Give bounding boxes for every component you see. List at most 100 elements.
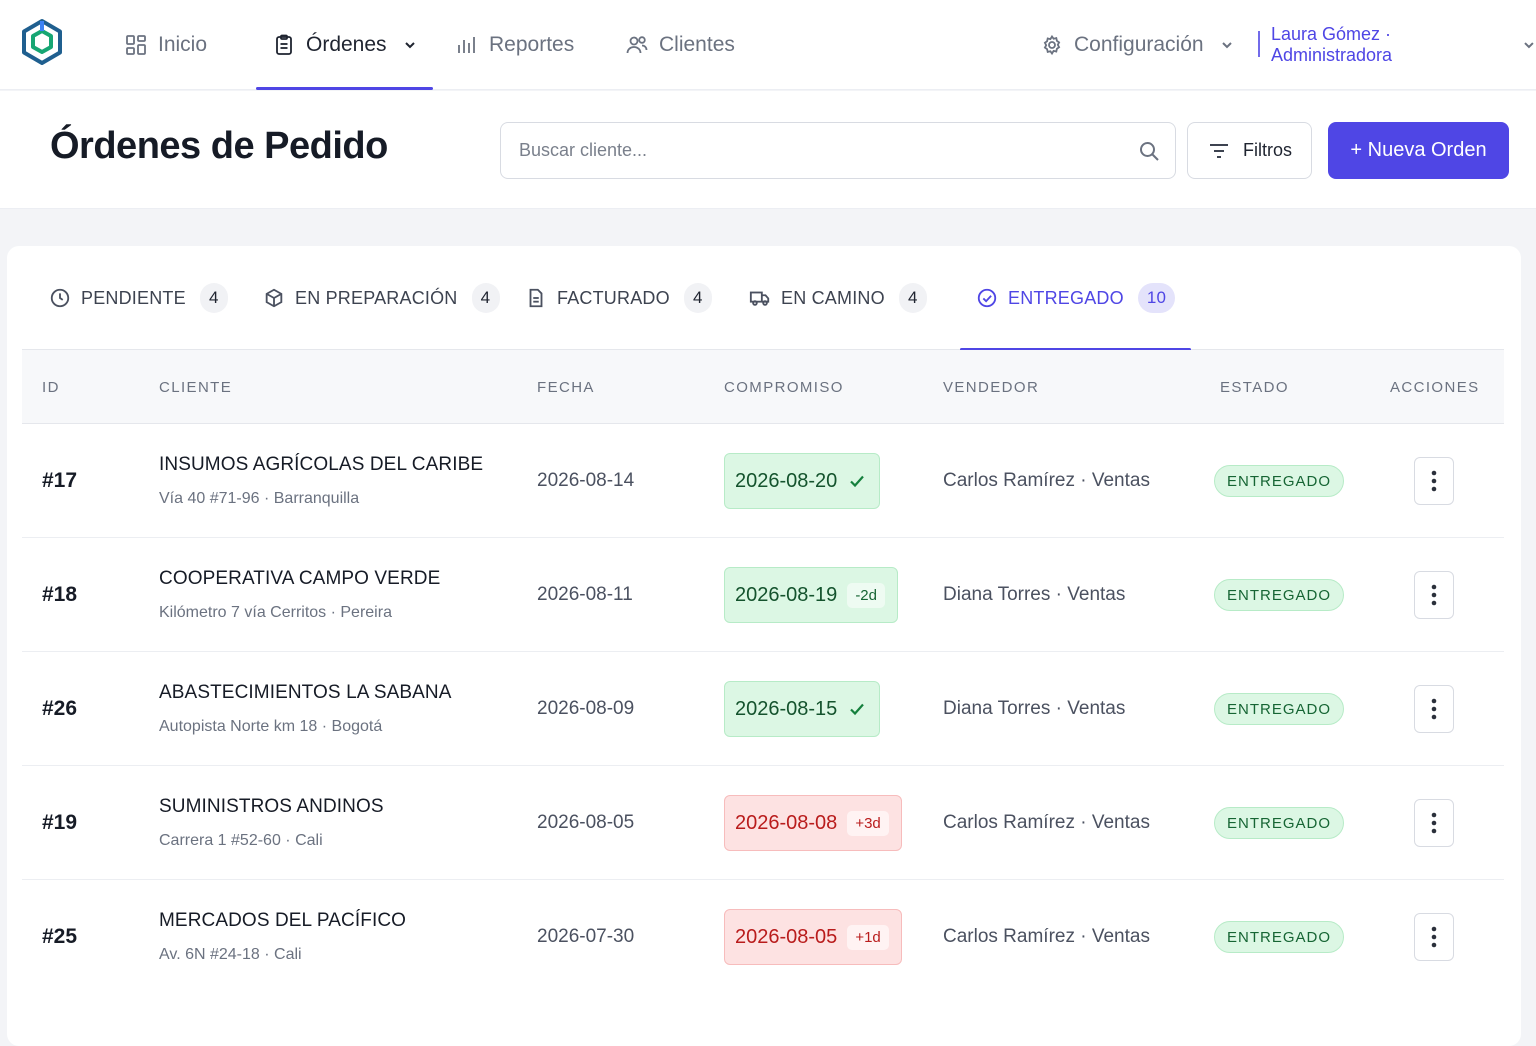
more-vertical-icon	[1431, 470, 1437, 492]
tab-facturado[interactable]: FACTURADO 4	[525, 246, 712, 350]
commitment-badge: 2026-08-20	[724, 453, 881, 509]
tab-pendiente[interactable]: PENDIENTE 4	[49, 246, 228, 350]
document-icon	[529, 288, 543, 308]
order-date: 2026-08-09	[537, 698, 635, 719]
page-header: Órdenes de Pedido Filtros + Nueva Orden	[0, 91, 1536, 209]
client-cell: COOPERATIVA CAMPO VERDE Kilómetro 7 vía …	[159, 568, 440, 622]
tab-count: 4	[471, 283, 500, 313]
client-cell: ABASTECIMIENTOS LA SABANA Autopista Nort…	[159, 682, 452, 736]
chevron-down-icon	[1524, 42, 1534, 49]
user-menu[interactable]: Laura Gómez · Administradora	[1271, 0, 1536, 90]
status-badge: ENTREGADO	[1214, 465, 1345, 497]
row-actions-button[interactable]	[1414, 799, 1454, 847]
search-box	[500, 122, 1176, 179]
column-header-cliente: CLIENTE	[159, 378, 233, 396]
more-vertical-icon	[1431, 812, 1437, 834]
row-actions-button[interactable]	[1414, 457, 1454, 505]
vendor-name: Carlos Ramírez · Ventas	[943, 926, 1150, 947]
commitment-badge: 2026-08-19 -2d	[724, 567, 898, 623]
client-address: Autopista Norte km 18 · Bogotá	[159, 718, 383, 735]
check-circle-icon	[977, 288, 997, 308]
order-date: 2026-08-11	[537, 584, 633, 605]
user-name: Laura Gómez · Administradora	[1271, 24, 1393, 65]
chevron-down-icon	[404, 42, 415, 49]
nav-item-reportes[interactable]: Reportes	[455, 0, 574, 90]
box-icon	[265, 288, 283, 308]
row-actions-button[interactable]	[1414, 913, 1454, 961]
new-order-button[interactable]: + Nueva Orden	[1328, 122, 1509, 179]
logo-icon[interactable]	[18, 18, 66, 66]
search-icon[interactable]	[1137, 139, 1161, 163]
commitment-delta: +1d	[847, 924, 889, 950]
truck-icon	[749, 291, 770, 306]
commitment-date: 2026-08-20	[735, 469, 838, 492]
table-row[interactable]: #26 ABASTECIMIENTOS LA SABANA Autopista …	[22, 652, 1504, 766]
filter-icon	[1210, 143, 1228, 158]
vendor-name: Diana Torres · Ventas	[943, 584, 1126, 605]
order-id: #25	[42, 925, 78, 948]
status-badge: ENTREGADO	[1214, 693, 1345, 725]
nav-item-ordenes[interactable]: Órdenes	[256, 0, 433, 90]
table-row[interactable]: #19 SUMINISTROS ANDINOS Carrera 1 #52-60…	[22, 766, 1504, 880]
table-row[interactable]: #18 COOPERATIVA CAMPO VERDE Kilómetro 7 …	[22, 538, 1504, 652]
table-row[interactable]: #17 INSUMOS AGRÍCOLAS DEL CARIBE Vía 40 …	[22, 424, 1504, 538]
column-header-fecha: FECHA	[537, 378, 595, 396]
more-vertical-icon	[1431, 926, 1437, 948]
client-name: ABASTECIMIENTOS LA SABANA	[159, 682, 452, 703]
chevron-down-icon	[1221, 42, 1232, 49]
filters-button[interactable]: Filtros	[1187, 122, 1312, 179]
more-vertical-icon	[1431, 584, 1437, 606]
client-cell: INSUMOS AGRÍCOLAS DEL CARIBE Vía 40 #71-…	[159, 454, 483, 508]
page-title: Órdenes de Pedido	[50, 125, 388, 167]
column-header-compromiso: COMPROMISO	[724, 378, 844, 396]
tab-label: PENDIENTE	[81, 287, 186, 308]
status-badge: ENTREGADO	[1214, 921, 1345, 953]
nav-item-clientes[interactable]: Clientes	[625, 0, 735, 90]
tab-en-preparacion[interactable]: EN PREPARACIÓN 4	[263, 246, 500, 350]
tab-en-camino[interactable]: EN CAMINO 4	[749, 246, 927, 350]
nav-label: Reportes	[489, 33, 575, 56]
gear-icon	[1043, 34, 1061, 56]
tab-label: EN PREPARACIÓN	[295, 287, 458, 308]
nav-item-configuracion[interactable]: Configuración	[1040, 0, 1234, 90]
order-id: #17	[42, 469, 78, 492]
client-name: MERCADOS DEL PACÍFICO	[159, 910, 407, 931]
check-icon	[850, 475, 865, 488]
nav-item-inicio[interactable]: Inicio	[124, 0, 207, 90]
tab-label: EN CAMINO	[781, 287, 885, 308]
tab-count: 4	[683, 283, 712, 313]
column-header-acciones: ACCIONES	[1390, 378, 1480, 396]
commitment-date: 2026-08-15	[735, 697, 838, 720]
commitment-date: 2026-08-08	[735, 811, 838, 834]
status-tabs: PENDIENTE 4 EN PREPARACIÓN 4 FACTURADO 4…	[22, 246, 1504, 351]
client-address: Vía 40 #71-96 · Barranquilla	[159, 490, 360, 507]
orders-card: PENDIENTE 4 EN PREPARACIÓN 4 FACTURADO 4…	[7, 246, 1521, 1046]
client-address: Av. 6N #24-18 · Cali	[159, 946, 302, 963]
order-id: #26	[42, 697, 78, 720]
tab-count: 10	[1137, 283, 1176, 313]
clock-icon	[50, 288, 70, 308]
column-header-estado: ESTADO	[1220, 378, 1289, 396]
tab-label: FACTURADO	[557, 287, 670, 308]
commitment-badge: 2026-08-08 +3d	[724, 795, 902, 851]
tab-entregado[interactable]: ENTREGADO 10	[959, 246, 1192, 351]
table-row[interactable]: #25 MERCADOS DEL PACÍFICO Av. 6N #24-18 …	[22, 880, 1504, 994]
commitment-delta: +3d	[847, 810, 889, 836]
order-date: 2026-08-05	[537, 812, 635, 833]
nav-label: Clientes	[659, 33, 735, 56]
status-badge: ENTREGADO	[1214, 807, 1345, 839]
column-header-vendedor: VENDEDOR	[943, 378, 1040, 396]
status-badge: ENTREGADO	[1214, 579, 1345, 611]
column-header-id: ID	[42, 378, 60, 396]
search-input[interactable]	[519, 123, 1119, 178]
client-cell: SUMINISTROS ANDINOS Carrera 1 #52-60 · C…	[159, 796, 384, 850]
row-actions-button[interactable]	[1414, 685, 1454, 733]
nav-label: Configuración	[1074, 33, 1204, 56]
users-icon	[626, 36, 648, 54]
commitment-date: 2026-08-19	[735, 583, 838, 606]
commitment-delta: -2d	[847, 582, 885, 608]
order-id: #18	[42, 583, 78, 606]
filters-label: Filtros	[1243, 140, 1292, 160]
client-cell: MERCADOS DEL PACÍFICO Av. 6N #24-18 · Ca…	[159, 910, 406, 964]
row-actions-button[interactable]	[1414, 571, 1454, 619]
